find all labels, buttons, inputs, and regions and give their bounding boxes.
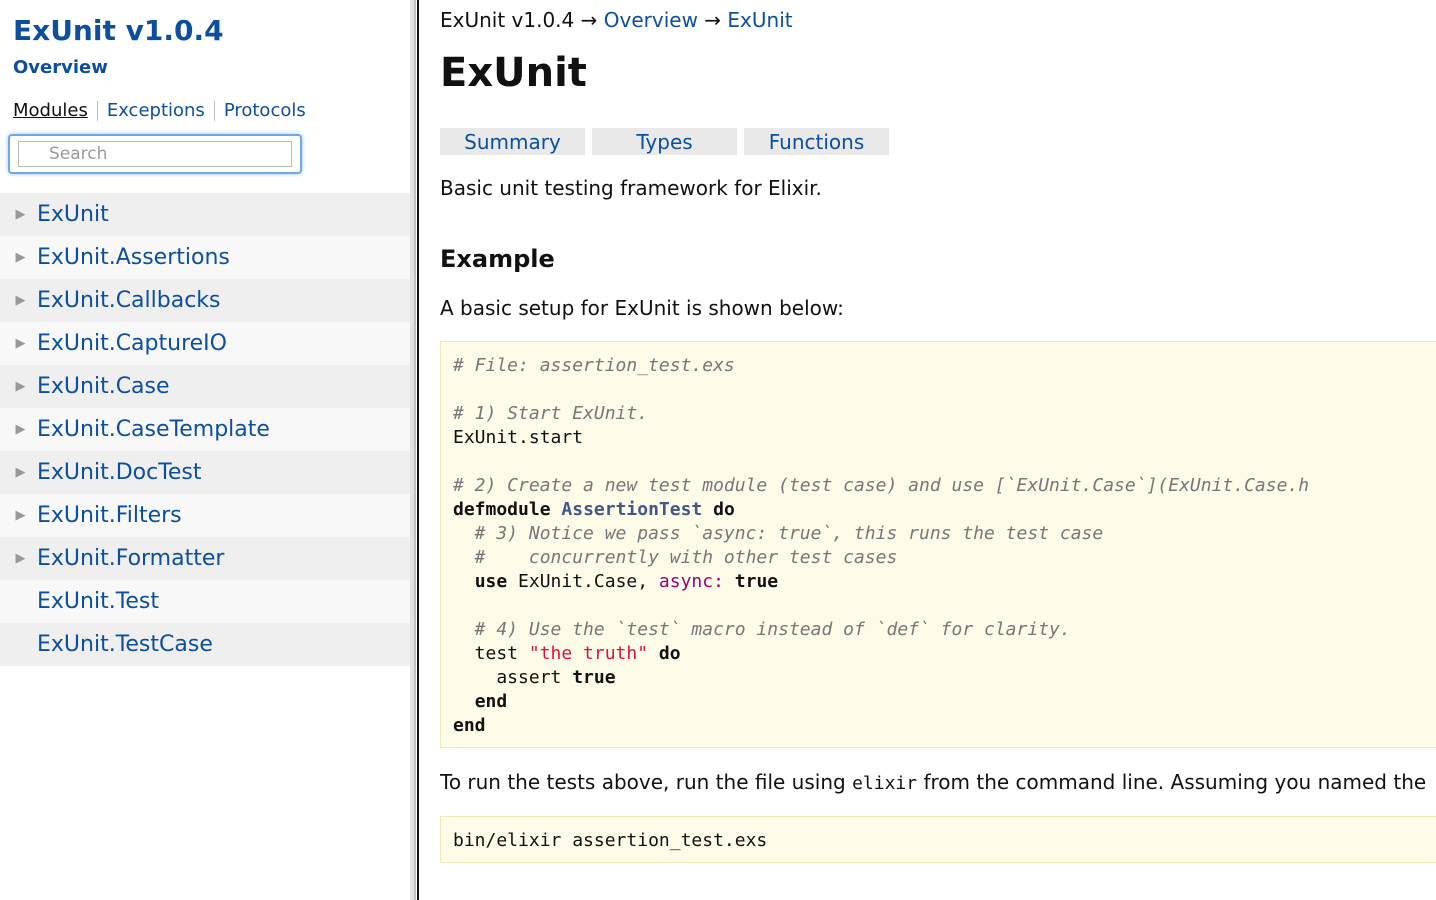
overview-link[interactable]: Overview (13, 57, 108, 78)
list-item[interactable]: ▶ ExUnit.CaseTemplate (0, 408, 410, 451)
sidebar-resize-handle[interactable] (410, 0, 420, 900)
code-comment: # 3) Notice we pass `async: true`, this … (453, 523, 1104, 544)
expand-arrow-icon[interactable]: ▶ (0, 551, 37, 566)
breadcrumb-module-link[interactable]: ExUnit (727, 8, 792, 32)
list-item[interactable]: ▶ ExUnit.Callbacks (0, 279, 410, 322)
module-link[interactable]: ExUnit.Callbacks (37, 288, 221, 313)
expand-arrow-icon[interactable]: ▶ (0, 207, 37, 222)
expand-arrow-icon[interactable]: ▶ (0, 379, 37, 394)
example-heading: Example (440, 245, 555, 273)
module-link[interactable]: ExUnit.Filters (37, 503, 182, 528)
breadcrumb-overview-link[interactable]: Overview (604, 8, 698, 32)
code-line: ExUnit.start (453, 427, 584, 448)
list-item[interactable]: ▶ ExUnit.Filters (0, 494, 410, 537)
code-line: test "the truth" do (453, 643, 681, 664)
search-input[interactable] (18, 141, 292, 167)
module-link[interactable]: ExUnit.Test (37, 589, 159, 614)
breadcrumb-separator: → (580, 8, 598, 32)
tab-exceptions[interactable]: Exceptions (107, 100, 205, 121)
list-item[interactable]: ▶ ExUnit.CaptureIO (0, 322, 410, 365)
module-link[interactable]: ExUnit.CaseTemplate (37, 417, 270, 442)
main-content: ExUnit v1.0.4 → Overview → ExUnit ExUnit… (440, 0, 1436, 900)
code-comment: # 2) Create a new test module (test case… (453, 475, 1310, 496)
module-link[interactable]: ExUnit.TestCase (37, 632, 213, 657)
code-line: end (453, 715, 486, 736)
list-item[interactable]: ▶ ExUnit.Case (0, 365, 410, 408)
tab-summary[interactable]: Summary (440, 128, 585, 155)
expand-arrow-icon[interactable]: ▶ (0, 422, 37, 437)
code-line: use ExUnit.Case, async: true (474, 571, 779, 592)
setup-text: A basic setup for ExUnit is shown below: (440, 296, 844, 320)
page-title: ExUnit (440, 50, 587, 96)
search-focus-ring (8, 134, 302, 174)
sidebar: ExUnit v1.0.4 Overview Modules Exception… (0, 0, 410, 900)
module-link[interactable]: ExUnit.Case (37, 374, 170, 399)
tab-modules[interactable]: Modules (13, 100, 88, 121)
module-link[interactable]: ExUnit.Formatter (37, 546, 224, 571)
list-item[interactable]: ▶ ExUnit (0, 193, 410, 236)
code-comment: # File: assertion_test.exs (453, 355, 735, 376)
code-line: defmodule AssertionTest do (453, 499, 735, 520)
list-item[interactable]: ▶ ExUnit.Assertions (0, 236, 410, 279)
module-link[interactable]: ExUnit.DocTest (37, 460, 202, 485)
tab-protocols[interactable]: Protocols (224, 100, 306, 121)
code-comment: # 4) Use the `test` macro instead of `de… (453, 619, 1071, 640)
list-item[interactable]: ExUnit.Test (0, 580, 410, 623)
expand-arrow-icon[interactable]: ▶ (0, 250, 37, 265)
expand-arrow-icon[interactable]: ▶ (0, 293, 37, 308)
module-link[interactable]: ExUnit (37, 202, 109, 227)
code-line: end (474, 691, 508, 712)
run-instructions: To run the tests above, run the file usi… (440, 770, 1427, 794)
breadcrumb-root: ExUnit v1.0.4 (440, 8, 575, 32)
breadcrumb-separator: → (704, 8, 722, 32)
tab-types[interactable]: Types (592, 128, 737, 155)
section-tabs: Summary Types Functions (440, 128, 889, 155)
inline-code: elixir (852, 773, 918, 794)
list-item[interactable]: ▶ ExUnit.Formatter (0, 537, 410, 580)
project-title-link[interactable]: ExUnit v1.0.4 (13, 14, 224, 47)
list-item[interactable]: ExUnit.TestCase (0, 623, 410, 666)
module-link[interactable]: ExUnit.Assertions (37, 245, 230, 270)
code-comment: # 1) Start ExUnit. (453, 403, 649, 424)
tab-divider (96, 100, 98, 121)
expand-arrow-icon[interactable]: ▶ (0, 336, 37, 351)
sidebar-tabs: Modules Exceptions Protocols (13, 100, 306, 121)
breadcrumb: ExUnit v1.0.4 → Overview → ExUnit (440, 8, 793, 32)
module-list: ▶ ExUnit ▶ ExUnit.Assertions ▶ ExUnit.Callb… (0, 193, 410, 666)
tab-divider (213, 100, 215, 121)
intro-text: Basic unit testing framework for Elixir. (440, 176, 822, 200)
code-comment: # concurrently with other test cases (453, 547, 898, 568)
expand-arrow-icon[interactable]: ▶ (0, 465, 37, 480)
tab-functions[interactable]: Functions (744, 128, 889, 155)
list-item[interactable]: ▶ ExUnit.DocTest (0, 451, 410, 494)
command-code-block: bin/elixir assertion_test.exs (440, 816, 1436, 863)
module-link[interactable]: ExUnit.CaptureIO (37, 331, 227, 356)
expand-arrow-icon[interactable]: ▶ (0, 508, 37, 523)
code-example: # File: assertion_test.exs # 1) Start Ex… (440, 341, 1436, 748)
code-line: assert true (453, 667, 616, 688)
